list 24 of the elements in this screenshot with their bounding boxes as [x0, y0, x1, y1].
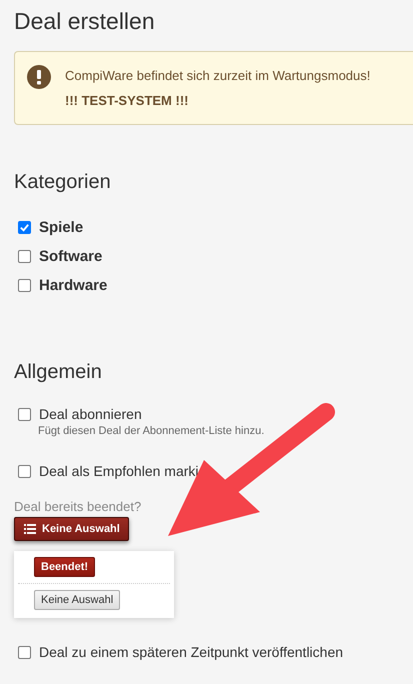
hint-text: Fügt diesen Deal der Abonnement-Liste hinzu. — [38, 425, 266, 437]
dropdown-button[interactable]: Keine Auswahl — [14, 517, 129, 541]
checkbox-label: Deal abonnieren — [39, 406, 142, 422]
checkbox[interactable] — [18, 408, 31, 420]
field-label: Deal bereits beendet? — [14, 499, 142, 514]
checkbox[interactable] — [18, 279, 31, 292]
checkbox[interactable] — [18, 250, 31, 263]
list-icon — [24, 524, 36, 534]
section-heading: Kategorien — [14, 171, 112, 194]
checkbox-label: Deal zu einem späteren Zeitpunkt veröffentlichen — [39, 644, 344, 660]
menu-option-button[interactable]: Beendet! — [34, 557, 96, 577]
checkbox-label: Spiele — [39, 219, 84, 236]
checkbox[interactable] — [18, 464, 31, 478]
menu-option-button[interactable]: Keine Auswahl — [34, 590, 120, 610]
checkbox[interactable] — [18, 221, 31, 234]
alert-text: !!! TEST-SYSTEM !!! — [65, 93, 190, 108]
section-heading: Allgemein — [14, 361, 103, 384]
checkbox-label: Software — [39, 248, 102, 265]
checkbox-label: Deal als Empfohlen marki — [39, 463, 199, 479]
warning-icon — [27, 65, 51, 89]
alert-text: CompiWare befindet sich zurzeit im Wartungsmodus! — [65, 67, 370, 85]
checkbox-label: Hardware — [39, 277, 108, 294]
page-title: Deal erstellen — [14, 8, 156, 35]
checkbox[interactable] — [18, 646, 31, 658]
